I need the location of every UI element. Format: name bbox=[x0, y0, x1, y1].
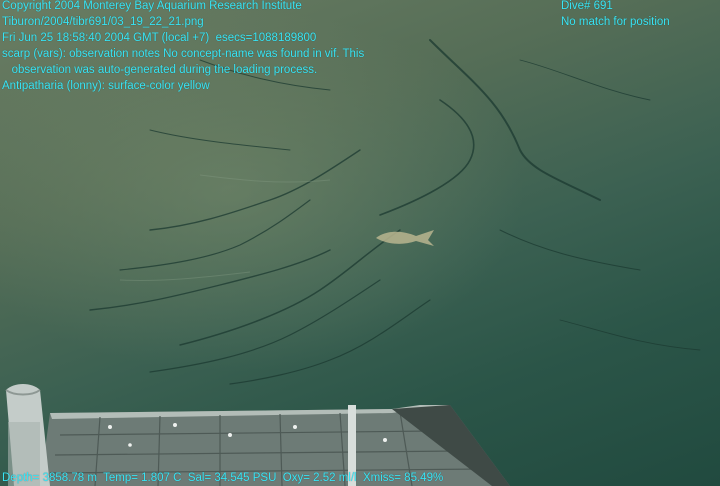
annotation-text: Antipatharia (lonny): surface-color yell… bbox=[2, 80, 210, 92]
observation-text-line1: scarp (vars): observation notes No conce… bbox=[2, 48, 365, 60]
timestamp-text: Fri Jun 25 18:58:40 2004 GMT (local +7) … bbox=[2, 32, 317, 44]
telemetry-overlay: Depth= 3858.78 m Temp= 1.807 C Sal= 34.5… bbox=[2, 472, 444, 484]
copyright-text: Copyright 2004 Monterey Bay Aquarium Res… bbox=[2, 0, 302, 12]
observation-text-line2: observation was auto-generated during th… bbox=[2, 64, 318, 76]
dive-info-overlay: Dive# 691 No match for position bbox=[561, 0, 670, 30]
frame-info-overlay: Copyright 2004 Monterey Bay Aquarium Res… bbox=[2, 0, 364, 94]
camera-frame: Copyright 2004 Monterey Bay Aquarium Res… bbox=[0, 0, 720, 486]
dive-number-text: Dive# 691 bbox=[561, 0, 613, 12]
position-status-text: No match for position bbox=[561, 16, 670, 28]
fish bbox=[376, 230, 434, 246]
file-path-text: Tiburon/2004/tibr691/03_19_22_21.png bbox=[2, 16, 204, 28]
